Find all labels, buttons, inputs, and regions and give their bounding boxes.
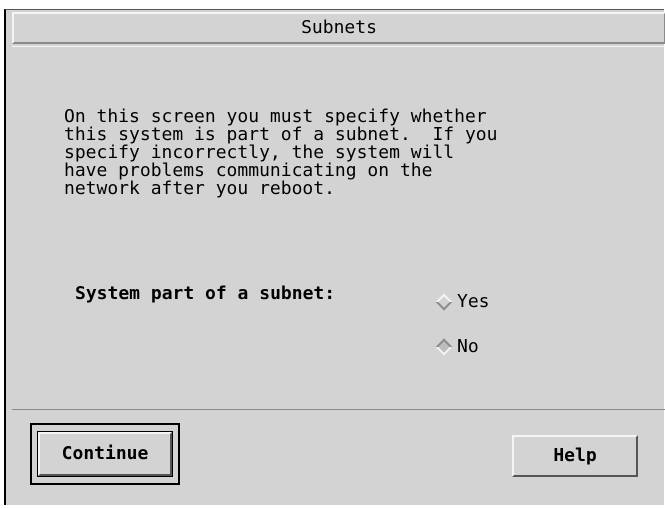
dialog-title: Subnets: [12, 12, 665, 44]
subnet-field-label: System part of a subnet:: [75, 283, 336, 304]
continue-button[interactable]: Continue: [37, 431, 173, 477]
button-bar: Continue Help: [12, 410, 665, 506]
instruction-text: On this screen you must specify whether …: [64, 106, 498, 199]
radio-diamond-icon: [435, 338, 453, 355]
subnets-dialog: Subnets On this screen you must specify …: [4, 9, 665, 506]
radio-no[interactable]: No: [434, 336, 479, 357]
help-button[interactable]: Help: [512, 435, 638, 477]
radio-diamond-icon: [435, 293, 453, 310]
radio-no-label: No: [457, 336, 479, 357]
radio-yes-label: Yes: [457, 291, 490, 312]
radio-yes[interactable]: Yes: [434, 291, 490, 312]
dialog-content: On this screen you must specify whether …: [12, 46, 665, 410]
